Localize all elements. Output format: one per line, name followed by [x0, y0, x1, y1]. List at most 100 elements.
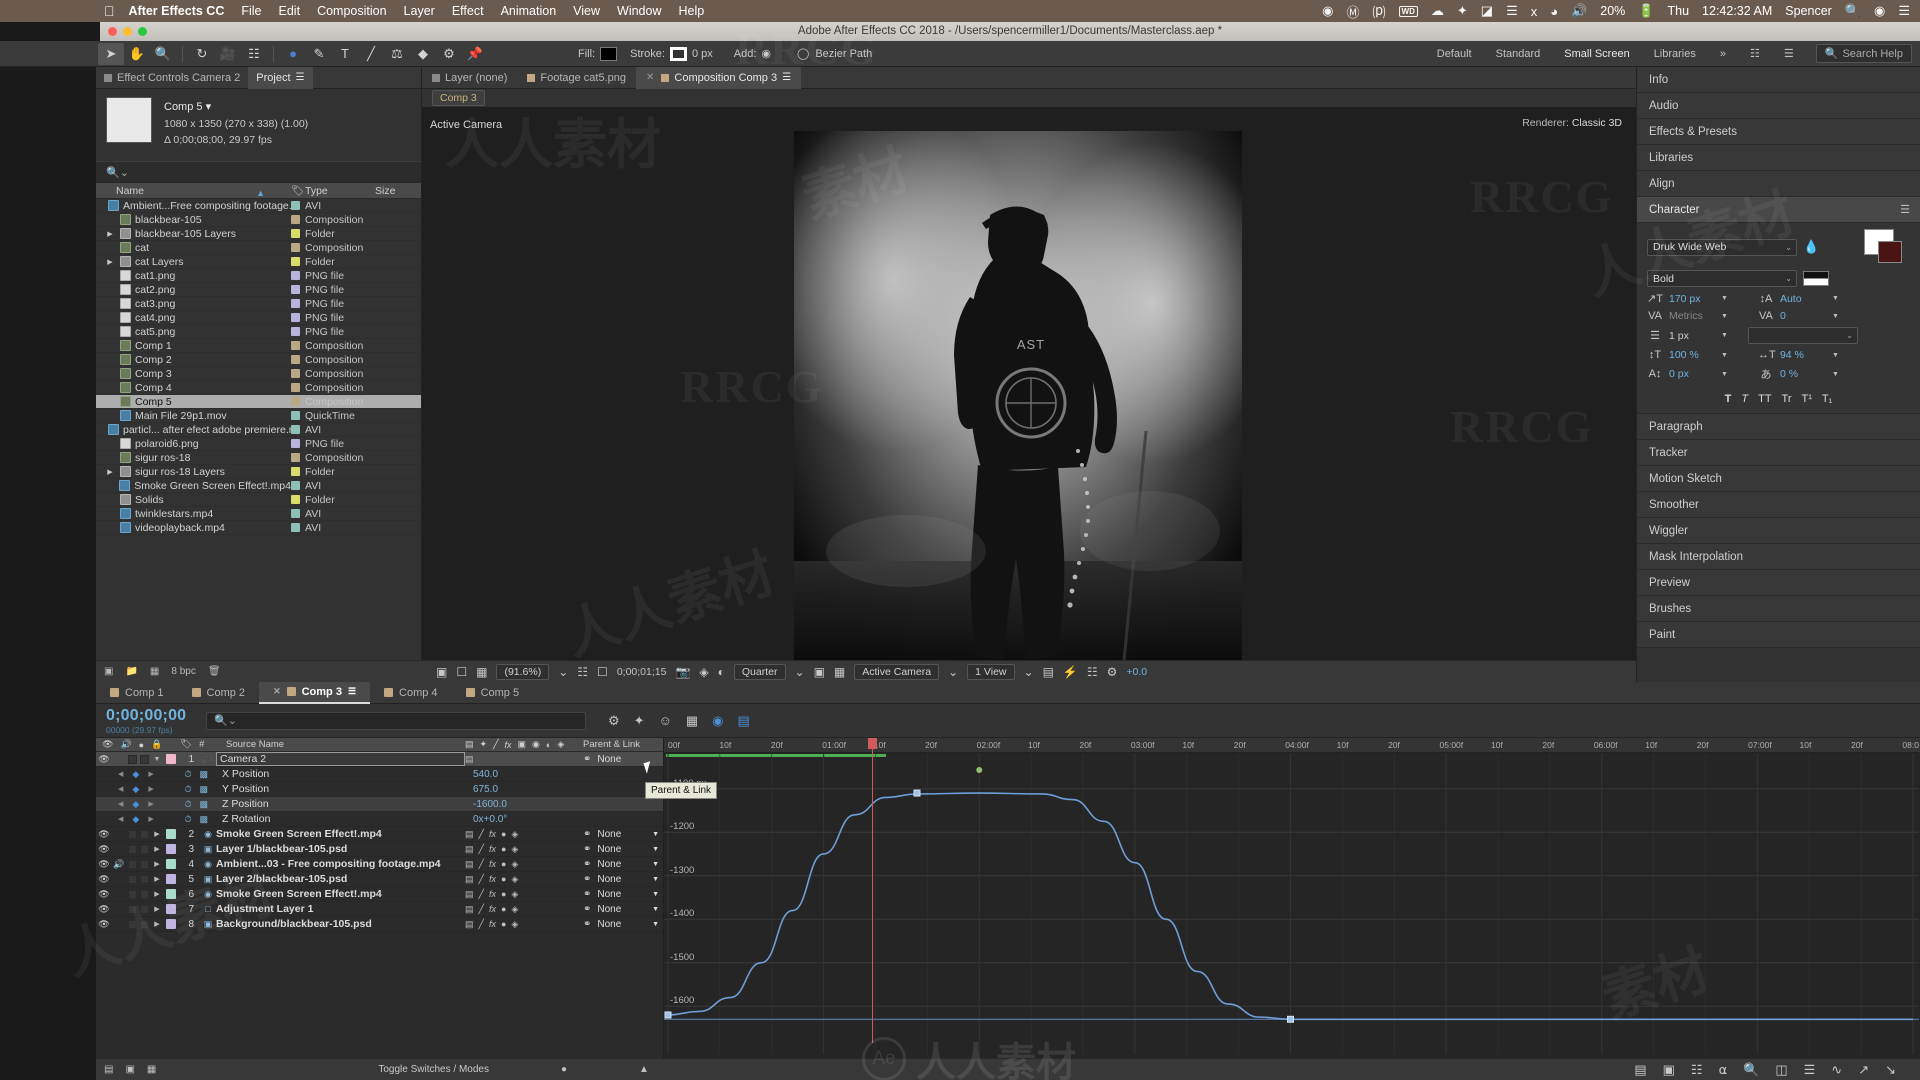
view-count-select[interactable]: 1 View — [967, 663, 1015, 680]
project-file-tag[interactable] — [291, 439, 305, 448]
fx-switch-icon[interactable]: fx — [489, 874, 496, 884]
pan-behind-tool-icon[interactable]: ☷ — [241, 43, 267, 65]
pickwhip-icon[interactable]: ⚭ — [583, 889, 591, 900]
property-icons[interactable]: ⏱ ▩ — [158, 784, 214, 795]
pickwhip-icon[interactable]: ⚭ — [583, 904, 591, 915]
layer-lock-toggle[interactable] — [138, 889, 150, 899]
layer-switches[interactable]: ▤ — [465, 754, 583, 765]
font-style-select[interactable]: Bold ⌄ — [1647, 270, 1797, 287]
brush-tool-icon[interactable]: ╱ — [358, 43, 384, 65]
project-file-tag[interactable] — [291, 243, 305, 252]
menu-edit[interactable]: Edit — [279, 4, 301, 18]
layer-visibility-toggle[interactable]: 👁 — [96, 844, 112, 855]
menu-file[interactable]: File — [241, 4, 261, 18]
layer-name[interactable]: Layer 1/blackbear-105.psd — [216, 843, 465, 855]
parent-link-header[interactable]: Parent & Link — [583, 739, 663, 750]
property-icons[interactable]: ⏱ ▩ — [158, 814, 214, 825]
comp-button-icon[interactable]: ▣ — [125, 1064, 134, 1075]
panel-preview[interactable]: Preview — [1637, 570, 1920, 596]
kerning-dropdown-icon[interactable]: ▼ — [1721, 313, 1728, 320]
stroke-swatch[interactable] — [669, 46, 687, 61]
leading-value[interactable]: Auto — [1780, 293, 1826, 305]
fill-stroke-toggle[interactable] — [1803, 271, 1829, 286]
new-comp-icon[interactable]: ▣ — [104, 666, 113, 677]
collapse-switch-icon[interactable]: ▤ — [465, 889, 474, 900]
quality-switch-icon[interactable]: ╱ — [479, 844, 484, 855]
channel-icon[interactable]: ◐ — [718, 665, 725, 679]
column-type[interactable]: Type — [305, 185, 375, 197]
project-file-row[interactable]: cat3.png PNG file — [96, 297, 421, 311]
three-d-switch-icon[interactable]: ◈ — [511, 874, 518, 885]
ease-in-icon[interactable]: ↗ — [1858, 1062, 1869, 1078]
viewer-panel-menu-icon[interactable]: ☰ — [782, 72, 791, 83]
frame-blend-switch-icon[interactable]: ● — [501, 904, 506, 914]
all-caps-button[interactable]: TT — [1758, 393, 1771, 405]
layer-twirl-icon[interactable]: ▶ — [150, 845, 164, 853]
layer-lock-toggle[interactable] — [138, 874, 150, 884]
twirl-icon[interactable]: ▶ — [104, 230, 116, 238]
layer-twirl-icon[interactable]: ▶ — [150, 830, 164, 838]
project-file-row[interactable]: polaroid6.png PNG file — [96, 437, 421, 451]
zoom-tool-icon[interactable]: 🔍 — [150, 43, 176, 65]
ease-out-icon[interactable]: ↘ — [1885, 1062, 1896, 1078]
d-circle-icon[interactable]: ⒫ — [1373, 2, 1386, 21]
layer-solo-toggle[interactable] — [126, 889, 138, 899]
menu-window[interactable]: Window — [617, 4, 661, 18]
project-settings-icon[interactable]: ▦ — [150, 666, 159, 677]
layer-parent-link[interactable]: ⚭ None ▼ — [583, 829, 663, 840]
layer-twirl-icon[interactable]: ▼ — [150, 756, 164, 763]
quality-switch-icon[interactable]: ╱ — [479, 919, 484, 930]
parent-dropdown-icon[interactable]: ▼ — [652, 831, 663, 838]
snapshot-icon[interactable]: 📷 — [675, 665, 690, 679]
draft-3d-icon[interactable]: ✦ — [634, 713, 645, 729]
collapse-switch-icon[interactable]: ▤ — [465, 754, 474, 765]
twirl-icon[interactable]: ▶ — [104, 258, 116, 266]
preview-comp-name[interactable]: Comp 5 ▾ — [164, 99, 308, 116]
baseline-shift-value[interactable]: 0 px — [1669, 368, 1715, 380]
quality-switch-icon[interactable]: ╱ — [479, 904, 484, 915]
keyframe-diamond-icon[interactable]: ◆ — [132, 769, 139, 780]
roto-brush-tool-icon[interactable]: ⚙ — [436, 43, 462, 65]
timeline-search-input[interactable]: 🔍⌄ — [206, 711, 586, 730]
view-camera-select[interactable]: Active Camera — [854, 663, 940, 680]
property-icons[interactable]: ⏱ ▩ — [158, 769, 214, 780]
frame-blend-switch-icon[interactable]: ● — [501, 919, 506, 929]
layer-switches[interactable]: ▤ ╱ fx ● ◈ — [465, 829, 583, 840]
prev-keyframe-icon[interactable]: ◀ — [118, 815, 123, 823]
motion-blur-icon[interactable]: ◉ — [712, 713, 723, 729]
layer-name[interactable]: Smoke Green Screen Effect!.mp4 — [216, 888, 465, 900]
workspace-more-icon[interactable]: » — [1708, 45, 1738, 63]
layer-lock-toggle[interactable] — [138, 844, 150, 854]
layer-label-color[interactable] — [164, 859, 178, 869]
three-d-switch-icon[interactable]: ◈ — [511, 829, 518, 840]
user-label[interactable]: Spencer — [1785, 4, 1832, 18]
frame-blend-switch-icon[interactable]: ● — [501, 859, 506, 869]
project-file-tag[interactable] — [291, 229, 305, 238]
layer-twirl-icon[interactable]: ▶ — [150, 890, 164, 898]
snap-icon[interactable]: ☷ — [1691, 1062, 1703, 1078]
layer-property-row[interactable]: ◀ ◆ ▶ ⏱ ▩ X Position 540.0 — [96, 767, 663, 782]
timeline-layer-row[interactable]: 👁 ▶ 6 ◉ Smoke Green Screen Effect!.mp4 ▤ ╱ fx ● ◈… — [96, 887, 663, 902]
pickwhip-icon[interactable]: ⚭ — [583, 919, 591, 930]
graph-toggle-icon[interactable]: ▩ — [199, 769, 208, 780]
timeline-layer-row[interactable]: 👁 🔊 ▶ 4 ◉ Ambient...03 - Free compositing foo… — [96, 857, 663, 872]
layer-label-color[interactable] — [164, 919, 178, 929]
stack-icon[interactable]: ☰ — [1506, 3, 1518, 19]
project-file-tag[interactable] — [291, 369, 305, 378]
project-file-row[interactable]: Main File 29p1.mov QuickTime — [96, 409, 421, 423]
region-icon[interactable]: ▣ — [814, 665, 825, 679]
project-file-row[interactable]: particl... after efect adobe premiere.mp… — [96, 423, 421, 437]
menu-help[interactable]: Help — [679, 4, 705, 18]
fx-switch-icon[interactable]: fx — [489, 919, 496, 929]
layer-switches[interactable]: ▤ ╱ fx ● ◈ — [465, 919, 583, 930]
project-file-tag[interactable] — [291, 495, 305, 504]
column-name[interactable]: Name ▲ — [96, 185, 291, 198]
timeline-tab[interactable]: Comp 4 — [370, 682, 452, 704]
wd-icon[interactable]: WD — [1398, 5, 1418, 17]
layer-name[interactable]: Smoke Green Screen Effect!.mp4 — [216, 828, 465, 840]
layer-lock-toggle[interactable] — [138, 919, 150, 929]
workspace-menu-icon[interactable]: ☰ — [1772, 44, 1806, 63]
panel-paragraph[interactable]: Paragraph — [1637, 414, 1920, 440]
layer-switches[interactable]: ▤ ╱ fx ● ◈ — [465, 844, 583, 855]
keyframe-nav[interactable]: ◀ ◆ ▶ — [96, 769, 158, 780]
